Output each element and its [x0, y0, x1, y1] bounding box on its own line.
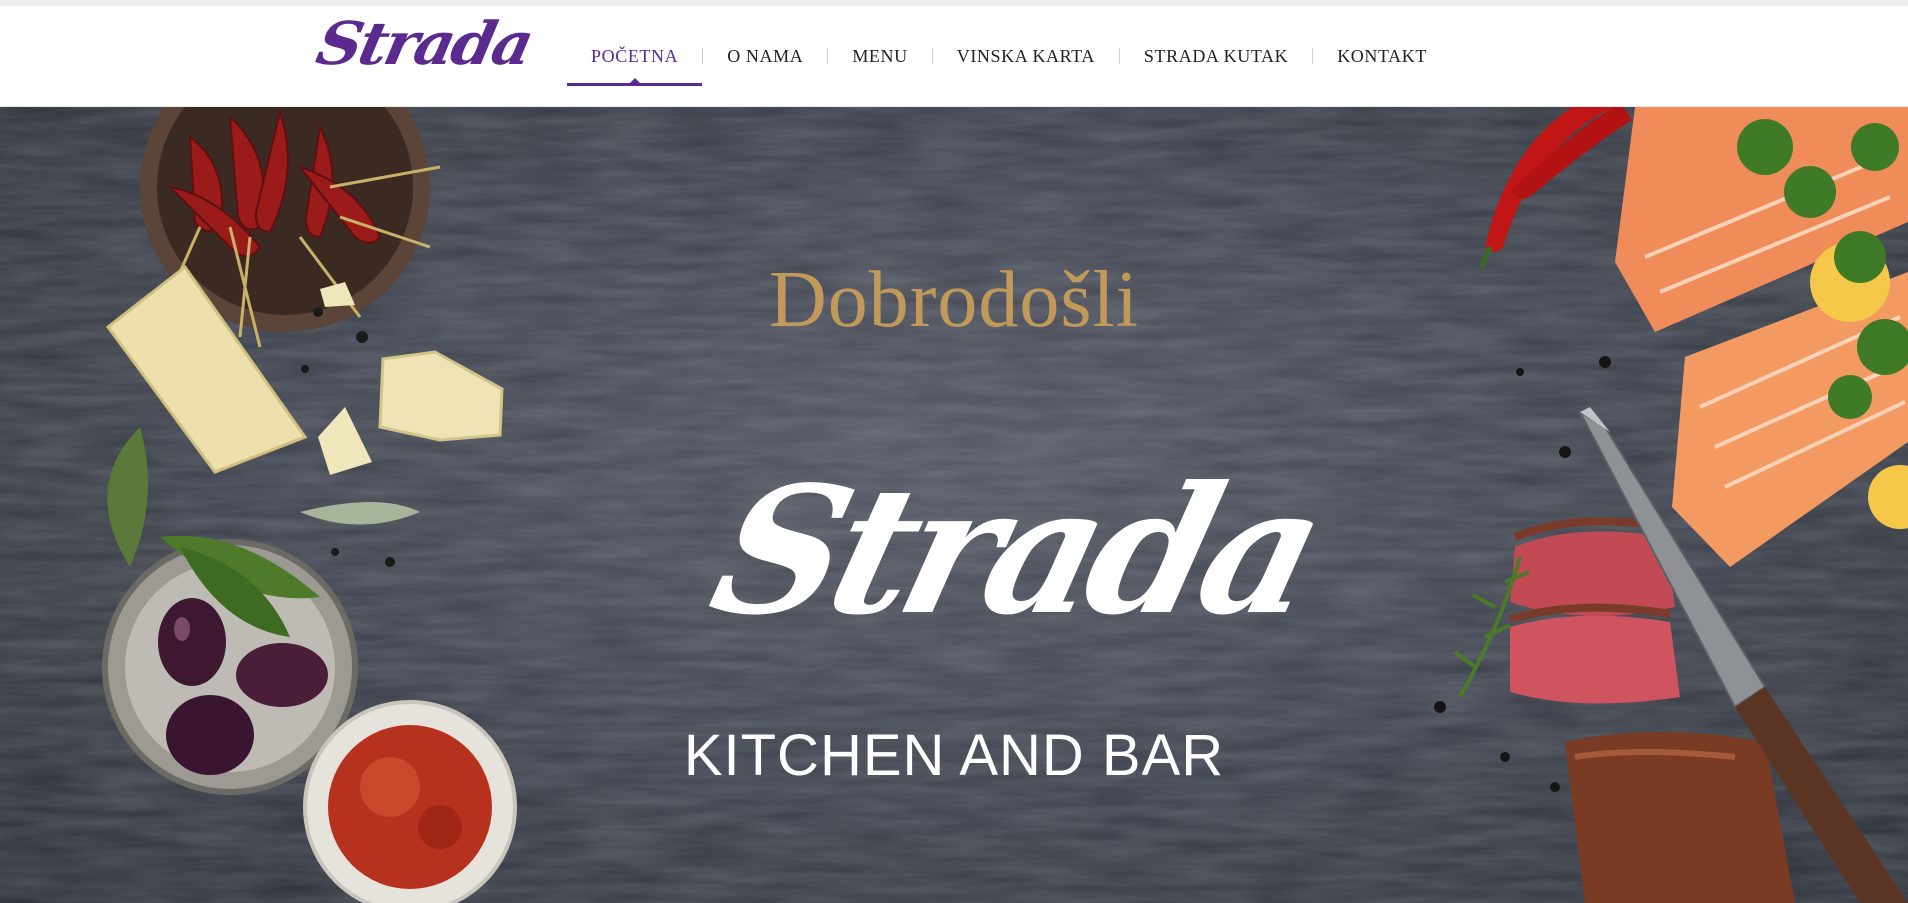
- nav-item-label: VINSKA KARTA: [956, 45, 1095, 66]
- nav-item-label: STRADA KUTAK: [1143, 45, 1289, 66]
- nav-item-menu[interactable]: MENU: [828, 6, 931, 106]
- hero-tagline: KITCHEN AND BAR: [683, 723, 1225, 788]
- main-nav: POČETNA O NAMA MENU VINSKA KARTA STRADA …: [567, 6, 1451, 106]
- hero-logo-text: Strada: [694, 449, 1335, 654]
- hero-banner: Dobrodošli Strada KITCHEN AND BAR: [0, 107, 1908, 903]
- nav-item-label: POČETNA: [591, 45, 679, 66]
- nav-item-strada-kutak[interactable]: STRADA KUTAK: [1120, 6, 1312, 106]
- hero-logo: Strada: [695, 437, 1335, 707]
- site-header: Strada POČETNA O NAMA MENU VINSKA KARTA …: [0, 6, 1908, 107]
- site-logo-text: Strada: [310, 8, 538, 79]
- nav-item-vinska-karta[interactable]: VINSKA KARTA: [933, 6, 1119, 106]
- nav-item-o-nama[interactable]: O NAMA: [703, 6, 827, 106]
- nav-item-kontakt[interactable]: KONTAKT: [1313, 6, 1451, 106]
- nav-item-label: O NAMA: [727, 45, 804, 66]
- nav-item-label: KONTAKT: [1337, 45, 1427, 66]
- nav-item-label: MENU: [852, 45, 908, 66]
- nav-item-pocetna[interactable]: POČETNA: [567, 6, 703, 106]
- red-chili-image: [1479, 107, 1632, 268]
- welcome-heading: Dobrodošli: [769, 256, 1139, 344]
- site-logo[interactable]: Strada: [310, 8, 538, 79]
